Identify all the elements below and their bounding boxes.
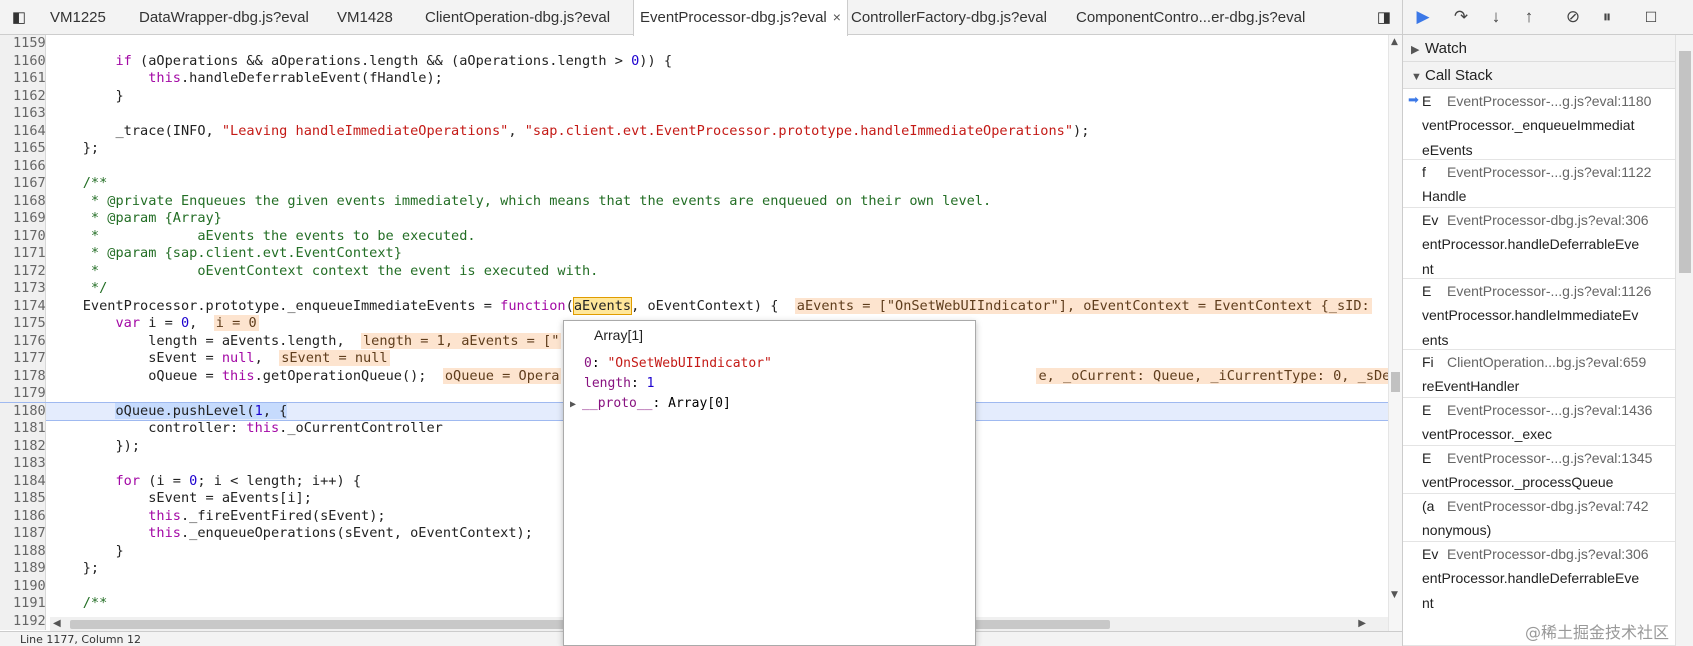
- debugger-toolbar: ▶ ↷ ↓ ↑ ⊘ ⏸ ☐: [1403, 0, 1693, 35]
- toggle-navigator-icon[interactable]: ◧: [6, 0, 32, 35]
- tab-clientoperation[interactable]: ClientOperation-dbg.js?eval: [425, 0, 610, 35]
- tab-eventprocessor[interactable]: EventProcessor-dbg.js?eval ×: [633, 0, 848, 36]
- inline-value: oQueue = Opera: [442, 367, 562, 384]
- tab-componentcontroller[interactable]: ComponentContro...er-dbg.js?eval: [1076, 0, 1305, 35]
- code-line: 1172 * oEventContext context the event i…: [0, 262, 1388, 280]
- call-frame[interactable]: Ev EventProcessor-dbg.js?eval:306 entPro…: [1403, 208, 1675, 279]
- code-line: 1170 * aEvents the events to be executed…: [0, 227, 1388, 245]
- resume-icon[interactable]: ▶: [1412, 6, 1434, 28]
- popover-row[interactable]: ▶ __proto__: Array[0]: [570, 396, 731, 411]
- frame-location[interactable]: EventProcessor-dbg.js?eval:742: [1447, 494, 1649, 519]
- code-line: 1169 * @param {Array}: [0, 210, 1388, 228]
- pause-on-exceptions-icon[interactable]: ⏸: [1596, 6, 1618, 28]
- popover-row: length: 1: [584, 376, 655, 391]
- frame-location[interactable]: EventProcessor-dbg.js?eval:306: [1447, 542, 1649, 567]
- inline-value: aEvents = ["OnSetWebUIIndicator"], oEven…: [794, 297, 1372, 314]
- async-checkbox[interactable]: ☐: [1640, 6, 1662, 28]
- editor-vertical-scrollbar[interactable]: ▲ ▼: [1388, 35, 1402, 631]
- scroll-right-icon[interactable]: ▶: [1358, 618, 1366, 629]
- sidebar-scrollbar[interactable]: [1675, 35, 1693, 646]
- collapse-triangle-icon: ▼: [1411, 71, 1422, 83]
- popover-row: 0: "OnSetWebUIIndicator": [584, 356, 772, 371]
- code-line: 1159: [0, 35, 1388, 53]
- scroll-left-icon[interactable]: ◀: [53, 618, 61, 629]
- frame-location[interactable]: EventProcessor-dbg.js?eval:306: [1447, 208, 1649, 233]
- expand-triangle-icon[interactable]: ▶: [570, 399, 582, 410]
- toggle-debugger-icon[interactable]: ◨: [1372, 0, 1396, 35]
- call-frame[interactable]: E EventProcessor-...g.js?eval:1126 ventP…: [1403, 279, 1675, 350]
- inline-value: e, _oCurrent: Queue, _iCurrentType: 0, _…: [1036, 367, 1388, 384]
- frame-location[interactable]: EventProcessor-...g.js?eval:1126: [1447, 279, 1651, 304]
- call-frame[interactable]: f EventProcessor-...g.js?eval:1122 Handl…: [1403, 160, 1675, 208]
- call-frame[interactable]: Fi ClientOperation...bg.js?eval:659 reEv…: [1403, 350, 1675, 398]
- sources-editor-panel: ◧ VM1225 DataWrapper-dbg.js?eval VM1428 …: [0, 0, 1402, 646]
- scroll-thumb[interactable]: [1391, 372, 1400, 392]
- callstack-section-header[interactable]: ▼ Call Stack: [1403, 62, 1675, 89]
- close-tab-icon[interactable]: ×: [833, 9, 841, 25]
- watch-section-header[interactable]: ▶ Watch: [1403, 35, 1675, 62]
- step-out-icon[interactable]: ↑: [1518, 6, 1540, 28]
- expand-triangle-icon: ▶: [1411, 44, 1420, 56]
- code-line: 1168 * @private Enqueues the given event…: [0, 192, 1388, 210]
- frame-location[interactable]: EventProcessor-...g.js?eval:1345: [1447, 446, 1652, 471]
- current-frame-arrow-icon: ➡: [1408, 92, 1419, 107]
- editor-tab-bar: ◧ VM1225 DataWrapper-dbg.js?eval VM1428 …: [0, 0, 1402, 36]
- watermark: @稀土掘金技术社区: [1525, 623, 1670, 642]
- step-over-icon[interactable]: ↷: [1450, 6, 1472, 28]
- value-popover: Array[1] 0: "OnSetWebUIIndicator" length…: [563, 320, 976, 646]
- code-line: 1165 };: [0, 140, 1388, 158]
- frame-location[interactable]: EventProcessor-...g.js?eval:1122: [1447, 160, 1651, 185]
- popover-title: Array[1]: [594, 327, 644, 343]
- code-line: 1161 this.handleDeferrableEvent(fHandle)…: [0, 70, 1388, 88]
- code-line: 1166: [0, 157, 1388, 175]
- scroll-up-icon[interactable]: ▲: [1391, 37, 1398, 47]
- tab-label: EventProcessor-dbg.js?eval: [640, 9, 827, 26]
- code-line: 1160 if (aOperations && aOperations.leng…: [0, 52, 1388, 70]
- frame-location[interactable]: EventProcessor-...g.js?eval:1436: [1447, 398, 1652, 423]
- scroll-down-icon[interactable]: ▼: [1391, 590, 1398, 600]
- tab-datawrapper[interactable]: DataWrapper-dbg.js?eval: [139, 0, 309, 35]
- code-line: 1163: [0, 105, 1388, 123]
- call-frame[interactable]: ➡ E EventProcessor-...g.js?eval:1180 ven…: [1403, 89, 1675, 160]
- cursor-position: Line 1177, Column 12: [20, 633, 142, 646]
- frame-location[interactable]: EventProcessor-...g.js?eval:1180: [1447, 89, 1651, 114]
- frame-location[interactable]: ClientOperation...bg.js?eval:659: [1447, 350, 1646, 375]
- code-line: 1173 */: [0, 280, 1388, 298]
- call-frame[interactable]: E EventProcessor-...g.js?eval:1345 ventP…: [1403, 446, 1675, 494]
- call-frame[interactable]: E EventProcessor-...g.js?eval:1436 ventP…: [1403, 398, 1675, 446]
- inline-value: sEvent = null: [279, 350, 390, 366]
- debugger-sidebar: ▶ ↷ ↓ ↑ ⊘ ⏸ ☐ ▶ Watch ▼ Call Stack ➡ E Eve…: [1402, 0, 1693, 646]
- code-line: 1164 _trace(INFO, "Leaving handleImmedia…: [0, 122, 1388, 140]
- code-line: 1174 EventProcessor.prototype._enqueueIm…: [0, 296, 1388, 315]
- tab-controllerfactory[interactable]: ControllerFactory-dbg.js?eval: [851, 0, 1047, 35]
- inline-value: i = 0: [213, 315, 259, 331]
- tab-vm1225[interactable]: VM1225: [50, 0, 106, 35]
- scroll-thumb[interactable]: [1679, 51, 1691, 273]
- tab-vm1428[interactable]: VM1428: [337, 0, 393, 35]
- call-frame[interactable]: (a EventProcessor-dbg.js?eval:742 nonymo…: [1403, 494, 1675, 542]
- step-into-icon[interactable]: ↓: [1485, 6, 1507, 28]
- code-line: 1171 * @param {sap.client.evt.EventConte…: [0, 245, 1388, 263]
- inline-value: length = 1, aEvents = [": [361, 332, 562, 349]
- code-line: 1162 }: [0, 87, 1388, 105]
- code-line: 1167 /**: [0, 175, 1388, 193]
- deactivate-breakpoints-icon[interactable]: ⊘: [1562, 6, 1584, 28]
